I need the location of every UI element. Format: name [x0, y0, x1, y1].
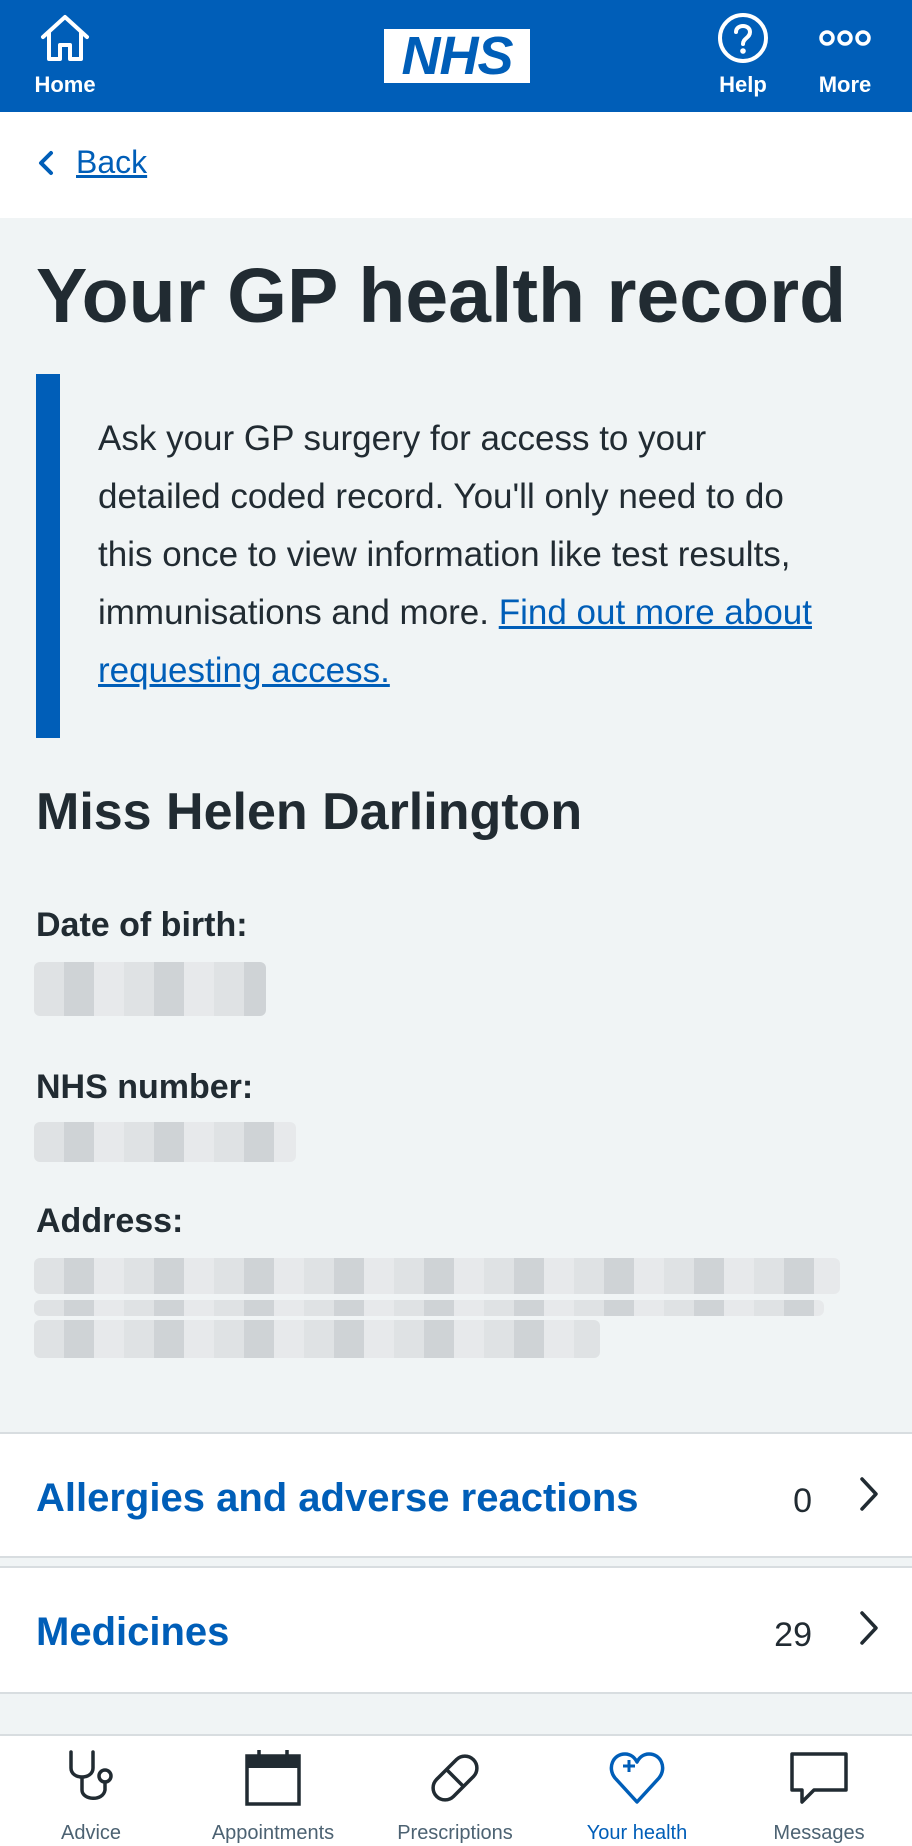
more-icon [818, 8, 872, 68]
page-title: Your GP health record [36, 253, 847, 339]
home-button[interactable]: Home [10, 8, 120, 108]
medicines-row[interactable]: Medicines 29 [0, 1566, 912, 1694]
bottom-navigation: Advice Appointments Prescriptions Your h… [0, 1734, 912, 1846]
top-header: Home NHS Help More [0, 0, 912, 112]
nhs-number-label: NHS number: [36, 1068, 254, 1106]
message-icon [788, 1746, 850, 1810]
nav-label: Messages [773, 1822, 865, 1844]
calendar-icon [243, 1746, 303, 1810]
patient-name: Miss Helen Darlington [36, 783, 583, 841]
chevron-right-icon [860, 1611, 878, 1645]
help-label: Help [719, 72, 767, 97]
nav-appointments[interactable]: Appointments [182, 1746, 364, 1846]
medicines-count: 29 [774, 1616, 812, 1654]
nav-your-health[interactable]: Your health [546, 1746, 728, 1846]
back-label: Back [76, 144, 148, 180]
more-button[interactable]: More [790, 8, 900, 108]
nav-prescriptions[interactable]: Prescriptions [364, 1746, 546, 1846]
medicines-label: Medicines [36, 1610, 230, 1654]
address-line-1-redacted [34, 1258, 840, 1294]
nhs-logo: NHS [384, 29, 530, 83]
back-link[interactable]: Back [36, 144, 147, 181]
nav-advice[interactable]: Advice [0, 1746, 182, 1846]
nav-label: Advice [60, 1822, 122, 1844]
stethoscope-icon [63, 1746, 119, 1810]
nav-label: Prescriptions [397, 1822, 513, 1844]
address-line-3-redacted [34, 1320, 600, 1358]
heart-plus-icon [607, 1746, 667, 1810]
nhs-number-redacted [34, 1122, 296, 1162]
address-line-2-redacted [34, 1300, 824, 1316]
pill-icon [425, 1746, 485, 1810]
allergies-count: 0 [793, 1482, 812, 1520]
dob-label: Date of birth: [36, 906, 248, 944]
address-label: Address: [36, 1202, 184, 1240]
allergies-label: Allergies and adverse reactions [36, 1476, 639, 1520]
nav-messages[interactable]: Messages [728, 1746, 910, 1846]
nav-label: Appointments [211, 1822, 335, 1844]
chevron-left-icon [39, 150, 53, 175]
dob-redacted [34, 962, 266, 1016]
help-button[interactable]: Help [688, 8, 798, 108]
inset-body: Ask your GP surgery for access to your d… [98, 410, 838, 700]
home-icon [38, 8, 92, 68]
home-label: Home [34, 72, 96, 97]
nav-label: Your health [586, 1822, 688, 1844]
back-bar: Back [0, 112, 912, 218]
inset-border [36, 374, 60, 738]
allergies-row[interactable]: Allergies and adverse reactions 0 [0, 1432, 912, 1558]
chevron-right-icon [860, 1477, 878, 1511]
help-icon [717, 8, 769, 68]
inset-text: Ask your GP surgery for access to your d… [36, 374, 836, 738]
more-label: More [818, 72, 872, 97]
